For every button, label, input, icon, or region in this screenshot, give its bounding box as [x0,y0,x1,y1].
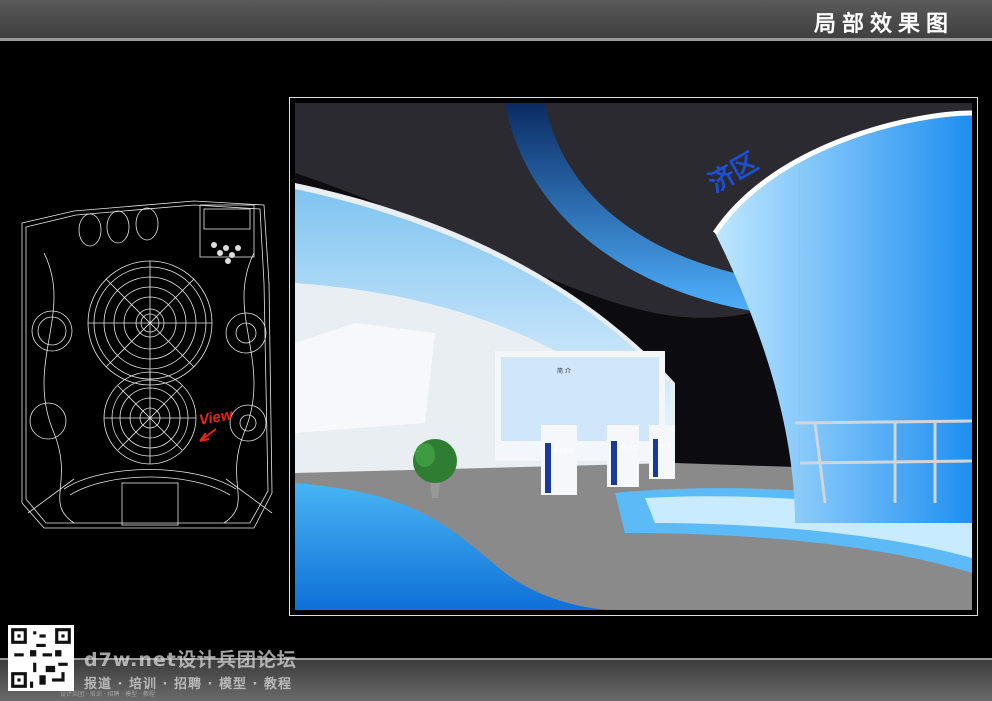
kiosk-label: 电子互动 [618,444,638,451]
exhibition-render: 简 介 济区 电子互动 电子互动 电子互 [295,103,972,610]
panel-heading: 简 介 [557,367,571,375]
render-frame: 简 介 济区 电子互动 电子互动 电子互 [289,97,978,616]
kiosk-label: 电子互动 [553,448,573,455]
page-title: 局部效果图 [813,12,954,37]
header-bar: 局部效果图 [0,0,992,38]
watermark-site: d7w.net设计兵团论坛 [84,649,297,671]
watermark-small: 设计兵团 · 培训 · 招聘 · 模型 · 教程 [60,691,155,698]
floor-plan: View [21,200,273,529]
header-divider [0,38,992,41]
view-label: View [198,406,235,429]
qr-code [8,625,74,691]
kiosk-label: 电子互 [659,442,671,448]
